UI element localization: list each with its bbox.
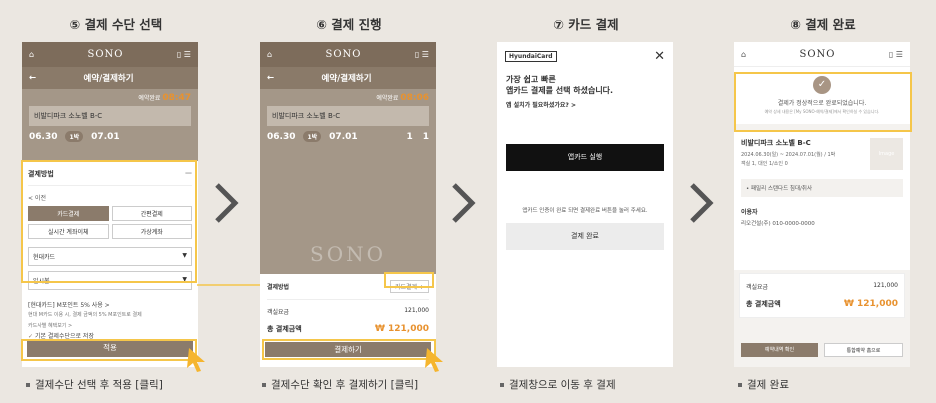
page-header: ← 예약/결제하기 [22,67,198,89]
price-summary: 객실요금 121,000 총 결제금액 ₩ 121,000 [739,273,905,318]
menu-icon[interactable]: ▯ ☰ [415,50,429,59]
room-type: • 패밀리 스탠다드 침대/취사 [741,179,903,197]
step6-caption: 결제수단 확인 후 결제하기 [클릭] [262,377,482,392]
hyundaicard-logo: HyundaiCard [505,51,557,62]
highlight-complete [734,72,912,132]
step7-title: ⑦ 카드 결제 [553,17,619,32]
menu-icon[interactable]: ▯ ☰ [177,50,191,59]
user-label: 이용자 [741,209,758,216]
notice-text: 앱카드 인증이 완료 되면 결제완료 버튼을 눌러 주세요. [522,208,648,214]
page-title: 예약/결제하기 [83,74,134,84]
total-label: 총 결제금액 [746,300,781,308]
method-label: 결제방법 [267,284,290,291]
reservation-detail: 비발디파크 소노벨 B-C 2024.06.30(일) ~ 2024.07.01… [734,130,910,270]
highlight-pay [262,339,436,360]
payment-done-button[interactable]: 결제 완료 [506,223,664,250]
sono-logo: SONO [799,48,836,60]
booking-summary: 예약완료 08:06 비발디파크 소노벨 B-C 06.30 1박 07.01 … [260,89,436,274]
checkin-date: 06.30 [267,131,296,142]
menu-icon[interactable]: ▯ ☰ [889,50,903,59]
home-button[interactable]: 통합예약 홈으로 [824,343,903,357]
total-label: 총 결제금액 [267,325,302,333]
highlight-payment-method [21,160,197,283]
checkin-date: 06.30 [29,131,58,142]
sono-logo: SONO [87,49,124,60]
room-fee-label: 객실요금 [267,309,290,316]
promo-desc: 현대 M카드 이용 시, 결제 금액의 5% M포인트로 결제 [28,312,142,318]
appcard-run-button[interactable]: 앱카드 실행 [506,144,664,171]
heading-line2: 앱카드 결제를 선택 하셨습니다. [506,86,614,95]
app-header: ⌂ SONO ▯ ☰ [260,42,436,67]
home-icon[interactable]: ⌂ [29,50,34,59]
user-value: 리오건설(주) 010-0000-0000 [741,221,815,227]
total-amount: ₩ 121,000 [374,324,429,334]
step8-caption: 결제 완료 [738,377,936,392]
room-fee-label: 객실요금 [746,284,769,291]
cursor-icon [187,348,205,372]
card-benefit-link[interactable]: 카드사별 혜택보기 > [28,322,192,329]
close-icon[interactable]: ✕ [654,49,665,64]
step8-title: ⑧ 결제 완료 [790,17,856,32]
step6-title: ⑥ 결제 진행 [316,17,382,32]
highlight-method [384,272,434,288]
promo-link[interactable]: [현대카드] M포인트 5% 사용 > [28,300,192,309]
step5-caption: 결제수단 선택 후 적용 [클릭] [26,377,246,392]
sono-logo: SONO [325,49,362,60]
page-header: ← 예약/결제하기 [260,67,436,89]
people-count: 1 [422,131,429,142]
timer: 예약완료 08:47 [138,93,191,103]
rooms-count: 1 [406,131,413,142]
timer: 예약완료 08:06 [376,93,429,103]
room-fee: 121,000 [404,307,429,314]
phone-step7: HyundaiCard ✕ 가장 쉽고 빠른 앱카드 결제를 선택 하셨습니다.… [497,42,673,367]
install-link[interactable]: 앱 설치가 필요하셨가요? > [506,100,664,109]
step7-caption: 결제창으로 이동 후 결제 [500,377,720,392]
next-chevron-icon [690,183,714,223]
next-chevron-icon [215,183,239,223]
sono-watermark: SONO [310,242,386,266]
home-icon[interactable]: ⌂ [741,50,746,59]
total-amount: ₩ 121,000 [843,299,898,309]
nights-badge: 1박 [65,131,84,142]
heading-line1: 가장 쉽고 빠른 [506,75,556,84]
check-reservation-button[interactable]: 예약내역 확인 [741,343,818,357]
room-thumbnail: Image [870,138,903,170]
room-name: 비발디파크 소노벨 B-C [29,106,191,126]
booking-summary: 예약완료 08:47 비발디파크 소노벨 B-C 06.30 1박 07.01 [22,89,198,161]
checkout-date: 07.01 [329,131,358,142]
step5-title: ⑤ 결제 수단 선택 [69,17,163,32]
room-fee: 121,000 [873,282,898,289]
phone-step6: ⌂ SONO ▯ ☰ ← 예약/결제하기 예약완료 08:06 비발디파크 소노… [260,42,436,367]
checkout-date: 07.01 [91,131,120,142]
back-arrow-icon[interactable]: ← [29,73,36,83]
home-icon[interactable]: ⌂ [267,50,272,59]
nights-badge: 1박 [303,131,322,142]
page-title: 예약/결제하기 [321,74,372,84]
app-header: ⌂ SONO ▯ ☰ [22,42,198,67]
back-arrow-icon[interactable]: ← [267,73,274,83]
highlight-apply [21,339,197,361]
next-chevron-icon [452,183,476,223]
cursor-icon [425,348,443,372]
room-name: 비발디파크 소노벨 B-C [267,106,429,126]
app-header: ⌂ SONO ▯ ☰ [734,42,910,67]
